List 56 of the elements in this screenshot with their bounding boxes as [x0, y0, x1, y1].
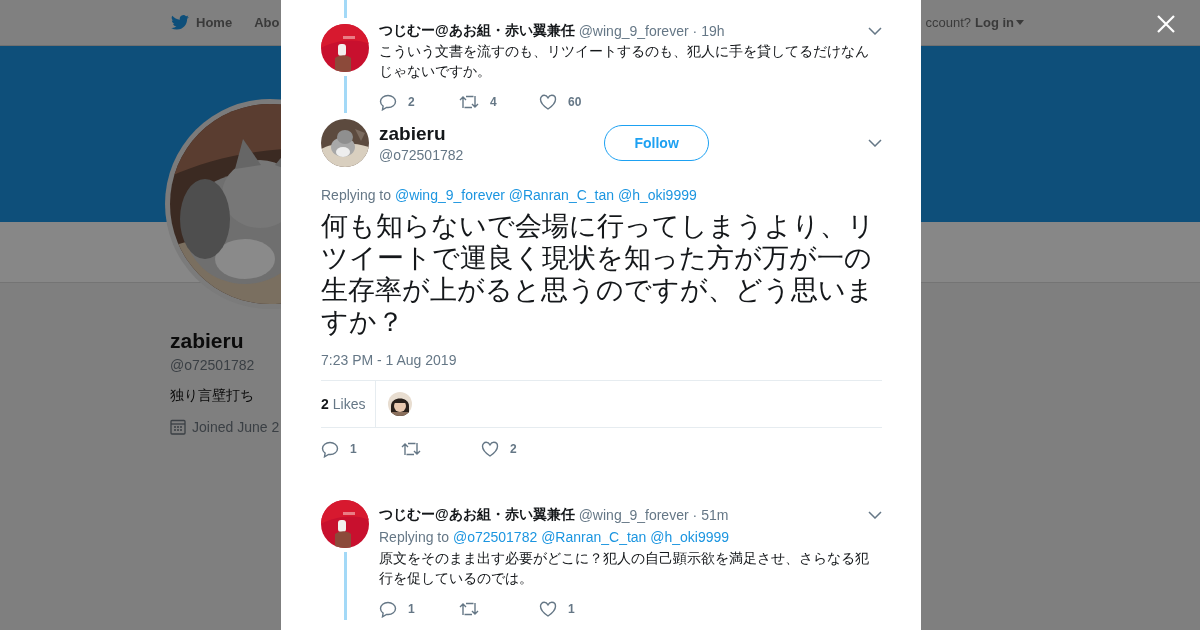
tweet-text: 何も知らないで会場に行ってしまうより、リツイートで運良く現状を知った方が万が一の生存率が上がると思うのですが、どう思いますか？	[321, 210, 876, 338]
joined-date: Joined June 2	[192, 419, 280, 435]
action-count: 1	[408, 602, 415, 616]
heart-icon[interactable]	[481, 441, 499, 457]
chevron-icon[interactable]	[868, 511, 882, 519]
replying-to: Replying to @o72501782 @Ranran_C_tan @h_oki9999	[379, 528, 731, 547]
reply-icon[interactable]	[321, 440, 339, 458]
tweet-text: こういう文書を流すのも、リツイートするのも、犯人に手を貸してるだけなんじゃないですか。	[379, 42, 870, 81]
heart-icon[interactable]	[539, 94, 557, 110]
follow-button[interactable]: Follow	[604, 125, 710, 161]
mention-link[interactable]: @o72501782	[452, 529, 538, 545]
author-handle[interactable]: @wing_9_forever	[578, 23, 689, 39]
reply-icon[interactable]	[379, 600, 397, 618]
mention-link[interactable]: @Ranran_C_tan	[508, 187, 615, 203]
heart-icon[interactable]	[539, 601, 557, 617]
calendar-icon	[170, 419, 186, 435]
author-name[interactable]: つじむー@あお組・赤い翼兼任	[379, 22, 575, 40]
action-count: 2	[510, 442, 517, 456]
chevron-icon[interactable]	[868, 27, 882, 35]
account-prompt: ccount?	[925, 15, 971, 30]
tweet-text: 原文をそのまま出す必要がどこに？犯人の自己顕示欲を満足させ、さらなる犯行を促しているのでは。	[379, 549, 870, 588]
mention-link[interactable]: @wing_9_forever	[394, 187, 505, 203]
retweet-icon[interactable]	[459, 601, 479, 617]
thread-line	[343, 0, 347, 18]
chevron-icon[interactable]	[868, 139, 882, 147]
action-count: 60	[568, 95, 582, 109]
retweet-icon[interactable]	[401, 441, 421, 457]
action-count: 1	[568, 602, 575, 616]
tweet-time[interactable]: · 19h	[692, 23, 725, 39]
author-name[interactable]: zabieru	[379, 123, 464, 145]
action-count: 4	[490, 95, 497, 109]
likes-count[interactable]: 2 Likes	[321, 381, 377, 427]
profile-handle: @o72501782	[170, 357, 255, 373]
tweet-timestamp[interactable]: 7:23 PM - 1 Aug 2019	[321, 352, 882, 368]
author-handle[interactable]: @o72501782	[379, 147, 464, 163]
thread-line	[343, 76, 347, 113]
tweet-time[interactable]: · 51m	[692, 507, 729, 523]
close-icon[interactable]	[1156, 14, 1176, 34]
reply-icon[interactable]	[379, 93, 397, 111]
author-handle[interactable]: @wing_9_forever	[578, 507, 689, 523]
replying-to: Replying to @wing_9_forever @Ranran_C_tan @h_oki9999	[321, 187, 698, 203]
author-name[interactable]: つじむー@あお組・赤い翼兼任	[379, 506, 575, 524]
retweet-icon[interactable]	[459, 94, 479, 110]
action-count: 2	[408, 95, 415, 109]
mention-link[interactable]: @Ranran_C_tan	[541, 529, 647, 545]
mention-link[interactable]: @h_oki9999	[650, 529, 730, 545]
bird-icon	[170, 14, 190, 31]
thread-line	[343, 552, 347, 620]
action-count: 1	[350, 442, 357, 456]
nav-link[interactable]: Home	[170, 14, 233, 31]
caret-icon[interactable]	[1016, 20, 1024, 25]
nav-link[interactable]: Abo	[254, 15, 280, 30]
profile-bio: 独り言壁打ち	[170, 387, 254, 405]
mention-link[interactable]: @h_oki9999	[617, 187, 697, 203]
profile-name: zabieru	[170, 329, 244, 353]
login-link[interactable]: Log in	[975, 15, 1024, 30]
